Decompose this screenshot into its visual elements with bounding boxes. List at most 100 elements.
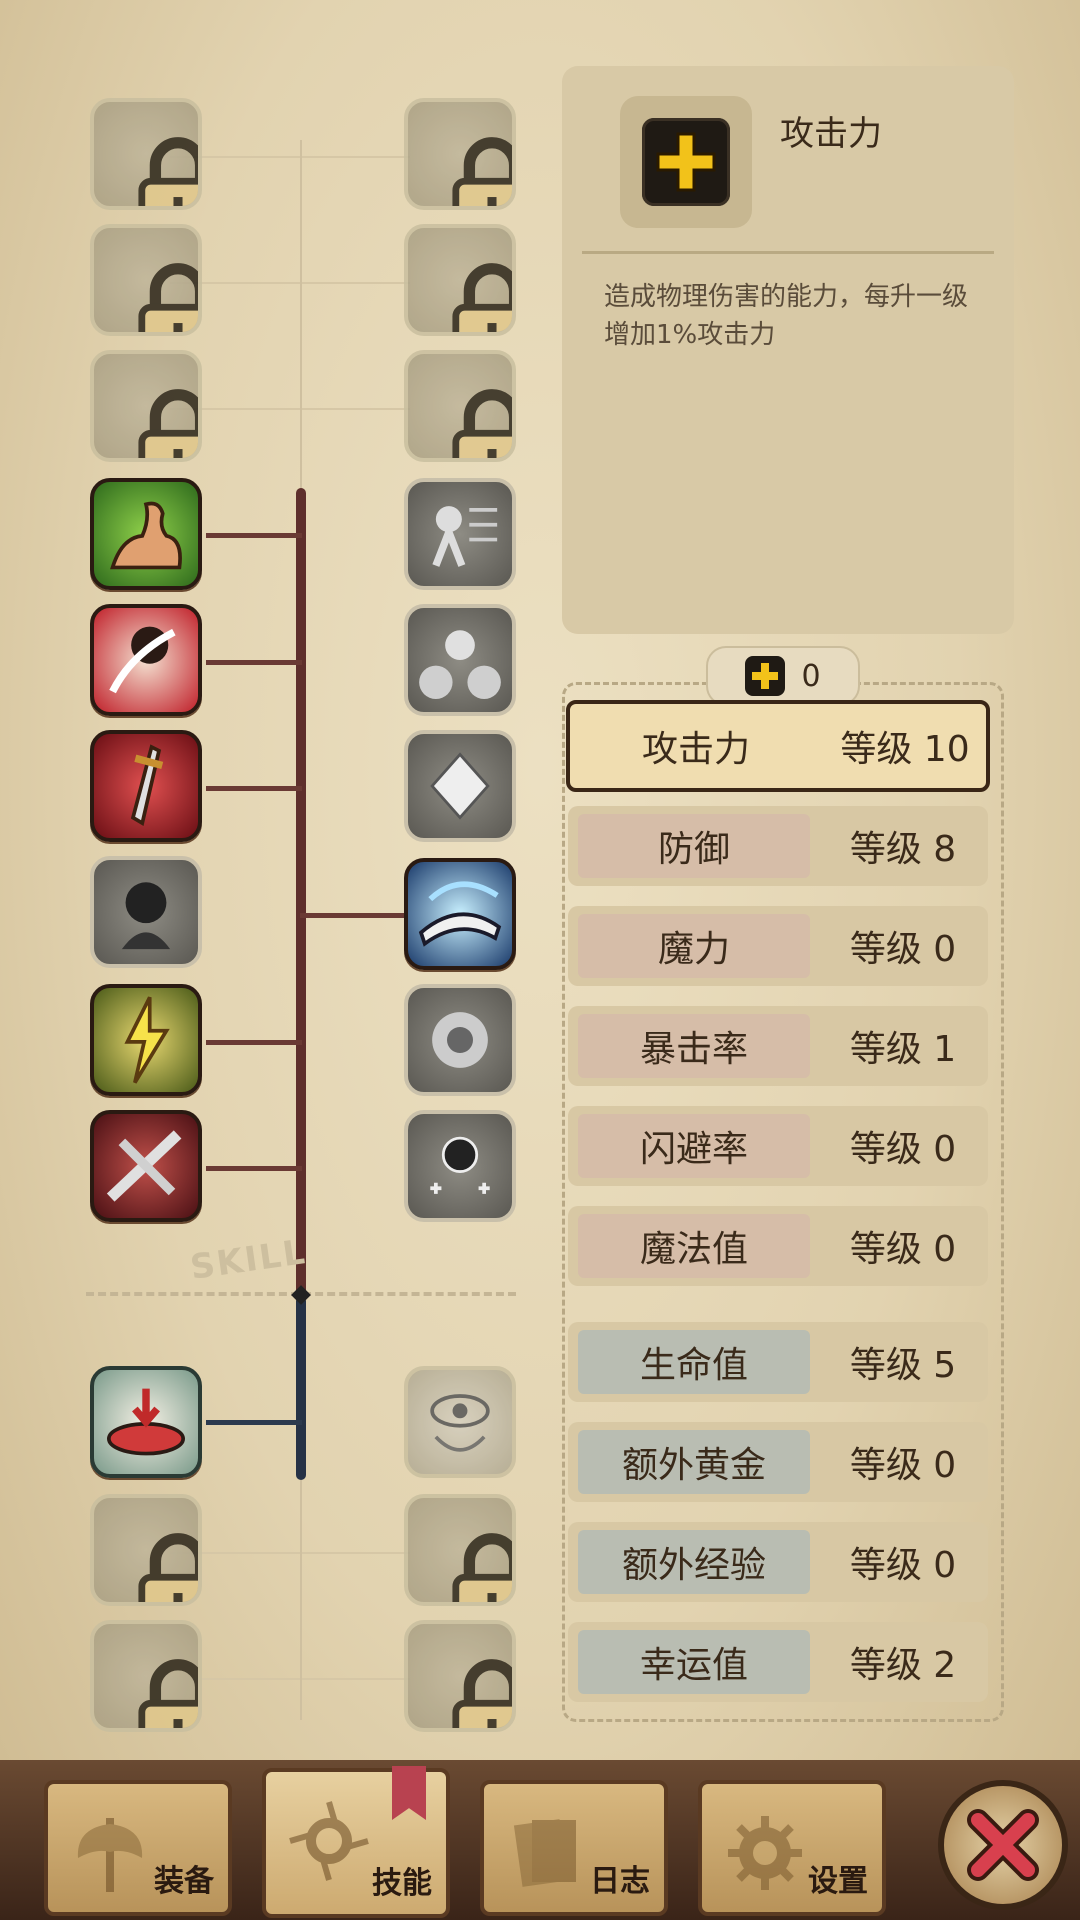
skill-sword[interactable] [90,730,202,842]
skill-crystal[interactable] [404,730,516,842]
tab-settings[interactable]: 设置 [698,1780,886,1916]
stat-level: 等级 0 [849,1229,957,1270]
orb-burst-icon [432,1012,488,1068]
plus-icon [642,118,730,206]
stat-name: 生命值 [578,1330,810,1394]
stat-row-defense[interactable]: 防御 等级 8 [568,806,988,886]
skill-slash[interactable] [90,604,202,716]
stat-row-magic[interactable]: 魔力 等级 0 [568,906,988,986]
journal-icon [513,1819,576,1887]
skill-slot-locked[interactable] [404,350,516,462]
info-title: 攻击力 [780,114,882,154]
skill-slot-locked[interactable] [90,98,202,210]
close-button[interactable] [938,1780,1068,1910]
tab-label: 日志 [590,1864,650,1899]
tree-trunk-defense [296,1296,306,1480]
ninja-slash-icon [109,626,176,694]
stat-level: 等级 5 [849,1345,957,1386]
skill-points-value: 0 [801,658,821,694]
stat-row-exp[interactable]: 额外经验 等级 0 [568,1522,988,1602]
gear-icon [728,1816,802,1890]
skill-slot-locked[interactable] [404,224,516,336]
stat-row-gold[interactable]: 额外黄金 等级 0 [568,1422,988,1502]
dash-figure-icon [432,506,498,567]
lock-icon [138,1659,198,1728]
stat-level: 等级 8 [849,829,957,870]
skill-divider-text: SKILL [187,1232,310,1288]
tab-label: 技能 [372,1866,432,1901]
stat-name: 防御 [578,814,810,878]
stat-name: 魔力 [578,914,810,978]
stat-level: 等级 0 [849,929,957,970]
info-description: 造成物理伤害的能力，每升一级增加1%攻击力 [604,282,969,350]
stat-row-crit[interactable]: 暴击率 等级 1 [568,1006,988,1086]
skill-locked-figure[interactable] [90,856,202,968]
stat-level: 等级 0 [849,1129,957,1170]
tab-equipment[interactable]: 装备 [44,1780,232,1916]
crossed-blades-icon [106,1130,182,1202]
tree-guide [170,282,410,284]
connector [300,913,410,918]
connector [206,1420,302,1425]
stat-row-mana[interactable]: 魔法值 等级 0 [568,1206,988,1286]
close-icon [967,1809,1039,1881]
stat-row-attack[interactable]: 攻击力 等级 10 [566,700,990,792]
tab-label: 装备 [154,1864,214,1899]
skill-eye[interactable] [404,1366,516,1478]
stat-info-panel: 攻击力 造成物理伤害的能力，每升一级增加1%攻击力 [562,66,1014,634]
skill-turret[interactable] [90,1366,202,1478]
muscle-arm-icon [110,501,182,570]
skill-wind-blade[interactable] [404,858,516,970]
skill-blades[interactable] [90,1110,202,1222]
shuriken-icon [289,1801,369,1881]
skill-slot-locked[interactable] [404,98,516,210]
stat-level: 等级 10 [840,729,970,770]
stat-row-hp[interactable]: 生命值 等级 5 [568,1322,988,1402]
skill-slot-locked[interactable] [404,1620,516,1732]
skill-slot-locked[interactable] [404,1494,516,1606]
tab-log[interactable]: 日志 [480,1780,668,1916]
skill-points-tab: 0 [706,646,860,706]
plus-icon [745,656,786,696]
skill-strength[interactable] [90,478,202,590]
tab-label: 设置 [808,1864,868,1899]
connector [206,533,302,538]
connector [206,660,302,665]
wind-blade-icon [418,881,502,947]
tree-guide [170,1552,410,1554]
connector [206,1166,302,1171]
tree-guide [170,408,410,410]
skill-smoke[interactable] [404,604,516,716]
skill-slot-locked[interactable] [90,1620,202,1732]
lock-icon [138,389,198,458]
lock-icon [138,1533,198,1602]
lightning-icon [124,996,170,1084]
lock-icon [138,137,198,206]
stat-name: 攻击力 [641,729,750,770]
stat-name: 魔法值 [578,1214,810,1278]
tree-trunk-inactive [300,140,302,490]
lock-icon [452,389,512,458]
skill-slot-locked[interactable] [90,224,202,336]
lock-icon [452,137,512,206]
crystal-burst-icon [430,752,490,820]
skill-lightning[interactable] [90,984,202,1096]
skill-dash[interactable] [404,478,516,590]
tree-guide [170,156,410,158]
skill-slot-locked[interactable] [90,1494,202,1606]
connector [206,786,302,791]
stat-row-dodge[interactable]: 闪避率 等级 0 [568,1106,988,1186]
stat-name: 额外黄金 [578,1430,810,1494]
stat-level: 等级 2 [849,1645,957,1686]
turret-icon [107,1388,185,1456]
info-icon-frame [620,96,752,228]
skill-orb[interactable] [404,984,516,1096]
skill-slot-locked[interactable] [90,350,202,462]
lock-icon [452,1533,512,1602]
stat-name: 幸运值 [578,1630,810,1694]
stat-row-luck[interactable]: 幸运值 等级 2 [568,1622,988,1702]
tree-trunk-attack [296,488,306,1296]
eye-icon [430,1394,490,1452]
lock-icon [452,263,512,332]
skill-heal[interactable] [404,1110,516,1222]
